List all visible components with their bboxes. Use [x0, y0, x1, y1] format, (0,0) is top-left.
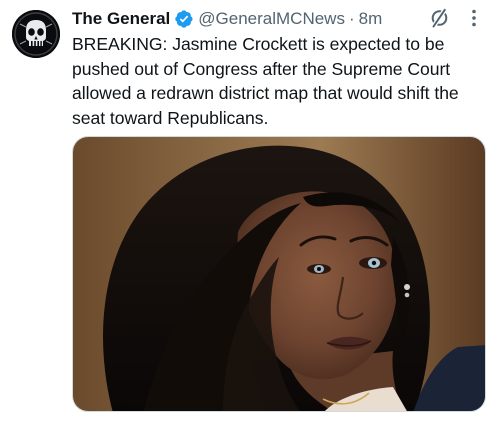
tweet-card[interactable]: The General @GeneralMCNews · 8m BREAKING… — [0, 0, 500, 424]
verified-badge-icon — [175, 10, 193, 28]
separator-dot: · — [348, 9, 355, 28]
portrait-photo-icon — [73, 137, 485, 411]
tweet-text: BREAKING: Jasmine Crockett is expected t… — [72, 34, 459, 128]
grok-slash-icon[interactable] — [428, 7, 450, 29]
tweet-photo[interactable] — [72, 136, 486, 412]
tweet-header: The General @GeneralMCNews · 8m — [72, 7, 382, 31]
skull-emblem-icon — [12, 10, 60, 58]
author-handle[interactable]: @GeneralMCNews — [198, 7, 345, 31]
timestamp[interactable]: 8m — [359, 7, 383, 31]
display-name[interactable]: The General — [72, 7, 170, 31]
more-options-icon[interactable] — [462, 7, 486, 29]
avatar[interactable] — [12, 10, 60, 58]
